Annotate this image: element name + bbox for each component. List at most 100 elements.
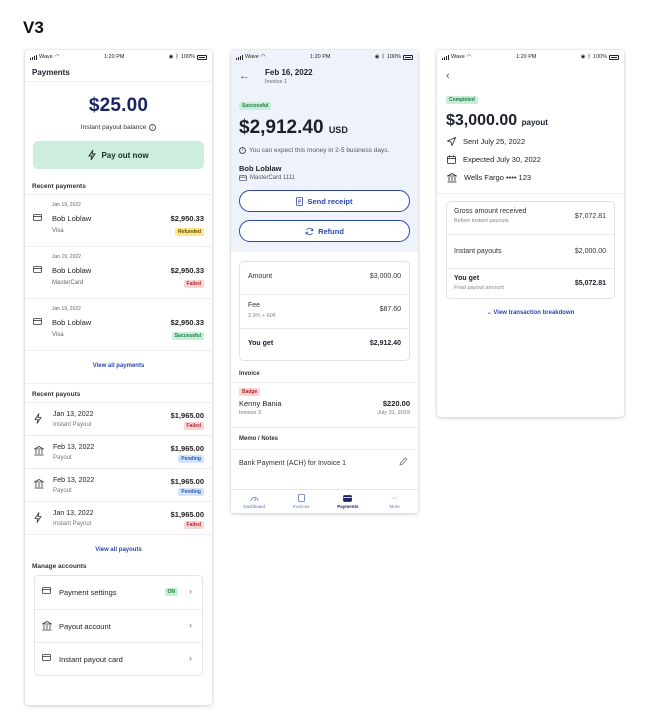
payout-row[interactable]: Feb 13, 2022 Payout $1,965.00 Pending xyxy=(25,435,212,468)
payout-detail-screen: Wave ◠ 1:20 PM ◉ ᛒ 100% ‹ Completed $3,000.… xyxy=(437,50,624,417)
detail-header-area: Wave ◠ 1:20 PM ◉ ᛒ 100% ← Feb 16, 2022 Invo… xyxy=(231,50,418,253)
memo-row[interactable]: Bank Payment (ACH) for Invoice 1 xyxy=(231,449,418,477)
view-all-payouts-link[interactable]: View all payouts xyxy=(25,547,212,553)
you-get-label: You get xyxy=(248,340,274,348)
payment-settings-row[interactable]: Payment settings ON › xyxy=(35,576,202,609)
refund-label: Refund xyxy=(318,226,344,236)
fee-row: Fee 2.9% + 60¢ $87.60 xyxy=(240,294,409,328)
view-all-payments-link[interactable]: View all payments xyxy=(25,363,212,369)
refund-button[interactable]: Refund xyxy=(239,220,410,243)
amount-row: Amount $3,000.00 xyxy=(240,262,409,294)
pencil-icon[interactable] xyxy=(399,457,408,466)
card-icon xyxy=(42,587,51,594)
status-badge: Failed xyxy=(183,280,204,288)
bank-account: Wells Fargo •••• 123 xyxy=(464,173,532,182)
chevron-down-icon: ⌄ xyxy=(486,310,492,316)
info-icon: i xyxy=(239,147,246,154)
pay-out-now-button[interactable]: Pay out now xyxy=(33,141,204,169)
payout-row[interactable]: Jan 13, 2022 Instant Payout $1,965.00 Fa… xyxy=(25,402,212,435)
bank-icon xyxy=(447,172,457,182)
chevron-right-icon: › xyxy=(189,586,192,596)
detail-amount: $2,912.40 USD xyxy=(231,112,418,139)
status-bar: Wave ◠ 1:20 PM ◉ ᛒ 100% xyxy=(25,50,212,64)
payout-type: Instant Payout xyxy=(53,422,92,428)
carrier-label: Wave xyxy=(39,54,53,60)
tab-bar: Dashboard Invoices Payments ··· More xyxy=(231,489,418,513)
payout-date: Feb 13, 2022 xyxy=(53,477,95,484)
tab-invoices[interactable]: Invoices xyxy=(278,490,325,513)
tab-dashboard[interactable]: Dashboard xyxy=(231,490,278,513)
customer-card: MasterCard 1111 xyxy=(250,175,296,182)
payout-row[interactable]: Feb 13, 2022 Payout $1,965.00 Pending xyxy=(25,468,212,501)
card-icon xyxy=(239,175,247,182)
payout-amount: $1,965.00 xyxy=(170,444,204,453)
payment-date: Jan 19, 2022 xyxy=(52,306,81,312)
instant-payout-card-row[interactable]: Instant payout card › xyxy=(35,642,202,675)
payout-account-row[interactable]: Payout account › xyxy=(35,609,202,642)
bank-icon xyxy=(34,479,44,489)
payment-card: Visa xyxy=(52,332,64,338)
you-get-row: You get $2,912.40 xyxy=(240,328,409,360)
bolt-icon xyxy=(34,413,42,424)
invoice-section-label: Invoice xyxy=(239,371,260,378)
payout-amount: $1,965.00 xyxy=(170,411,204,420)
bank-icon xyxy=(42,621,52,631)
bank-row: Wells Fargo •••• 123 xyxy=(437,166,624,184)
tab-more[interactable]: ··· More xyxy=(371,490,418,513)
instant-payouts-value: $2,000.00 xyxy=(574,248,606,255)
customer-card-row: MasterCard 1111 xyxy=(231,173,418,181)
payout-you-get-value: $5,072.81 xyxy=(574,280,606,287)
refresh-icon xyxy=(305,227,314,235)
receipt-icon xyxy=(296,196,304,206)
bluetooth-icon: ᛒ xyxy=(175,54,179,60)
document-icon xyxy=(297,494,305,502)
tab-payments[interactable]: Payments xyxy=(325,490,372,513)
payout-row[interactable]: Jan 13, 2022 Instant Payout $1,965.00 Fa… xyxy=(25,501,212,534)
carrier-label: Wave xyxy=(451,54,465,60)
payment-detail-screen: Wave ◠ 1:20 PM ◉ ᛒ 100% ← Feb 16, 2022 Invo… xyxy=(231,50,418,513)
sent-row: Sent July 25, 2022 xyxy=(437,130,624,148)
fee-rate: 2.9% + 60¢ xyxy=(248,313,276,320)
dashboard-icon xyxy=(250,497,259,502)
payout-type: Payout xyxy=(53,488,72,494)
payment-row[interactable]: Jan 19, 2022 Bob Loblaw MasterCard $2,95… xyxy=(25,246,212,298)
view-breakdown-link[interactable]: ⌄ View transaction breakdown xyxy=(437,309,624,316)
payout-amount: $1,965.00 xyxy=(170,510,204,519)
payment-row[interactable]: Jan 19, 2022 Bob Loblaw Visa $2,950.33 S… xyxy=(25,298,212,350)
bluetooth-icon: ᛒ xyxy=(587,54,591,60)
payment-card: Visa xyxy=(52,228,64,234)
payout-you-get-row: You get Final payout amount $5,072.81 xyxy=(447,268,614,298)
wifi-icon: ◠ xyxy=(260,54,266,60)
version-label: V3 xyxy=(23,18,44,37)
info-icon[interactable]: i xyxy=(149,124,157,131)
on-badge: ON xyxy=(164,588,178,596)
invoice-row[interactable]: Badge Kenny Bania Invoice 3 $220.00 July… xyxy=(231,382,418,427)
expected-row: Expected July 30, 2022 xyxy=(437,148,624,166)
payment-amount: $2,950.33 xyxy=(170,318,204,327)
payout-you-get-label: You get xyxy=(454,275,480,282)
status-badge: Failed xyxy=(183,521,204,529)
back-chevron-icon[interactable]: ‹ xyxy=(437,64,624,88)
card-icon xyxy=(42,654,51,661)
status-badge: Successful xyxy=(239,102,272,110)
memo-section-label: Memo / Notes xyxy=(231,427,418,449)
send-receipt-button[interactable]: Send receipt xyxy=(239,190,410,213)
bluetooth-icon: ᛒ xyxy=(381,54,385,60)
memo-text: Bank Payment (ACH) for Invoice 1 xyxy=(239,460,346,468)
battery-icon xyxy=(402,54,413,60)
calendar-icon xyxy=(447,155,456,164)
payout-date: Feb 13, 2022 xyxy=(53,444,95,451)
gross-value: $7,072.81 xyxy=(574,213,606,220)
payment-row[interactable]: Jan 19, 2022 Bob Loblaw Visa $2,950.33 R… xyxy=(25,194,212,246)
back-arrow-icon[interactable]: ← xyxy=(239,70,250,82)
payment-settings-label: Payment settings xyxy=(59,588,117,597)
battery-icon xyxy=(608,54,619,60)
expect-text: You can expect this money in 2-5 busines… xyxy=(249,147,390,154)
fee-value: $87.60 xyxy=(379,306,401,314)
pay-out-now-label: Pay out now xyxy=(101,150,149,160)
fee-label: Fee xyxy=(248,302,261,310)
invoice-customer: Kenny Bania xyxy=(239,399,282,409)
alarm-icon: ◉ xyxy=(580,54,586,60)
battery-label: 100% xyxy=(386,54,401,60)
bolt-icon xyxy=(34,512,42,523)
